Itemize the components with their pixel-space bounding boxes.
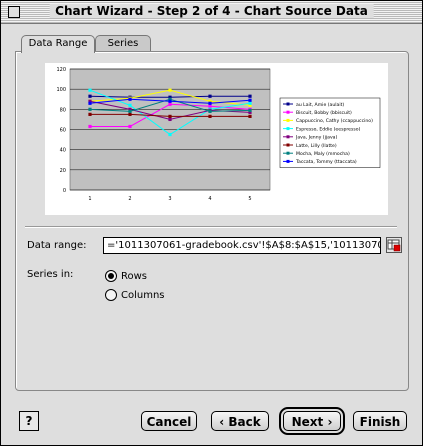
data-point [88,112,92,116]
y-tick-label: 80 [60,107,66,113]
collapse-dialog-button[interactable] [386,237,402,253]
data-point [248,98,252,102]
data-point [168,88,172,92]
legend-entry: au Lait, Amie (aulait) [296,102,344,108]
data-point [208,114,212,118]
data-point [88,94,92,98]
y-tick-label: 0 [63,188,66,194]
legend-entry: Taccata, Tommy (ttaccata) [295,159,357,165]
tab-data-range-label: Data Range [28,38,88,49]
tab-series[interactable]: Series [95,35,151,52]
data-point [168,99,172,103]
tab-data-range[interactable]: Data Range [21,35,95,53]
legend-marker [286,151,290,155]
data-point [248,108,252,112]
data-point [208,101,212,105]
data-point [88,101,92,105]
legend-marker [286,143,290,147]
radio-columns[interactable]: Columns [105,288,165,302]
data-range-input[interactable]: ='1011307061-gradebook.csv'!$A$8:$A$15,'… [103,237,381,254]
window-title: Chart Wizard - Step 2 of 4 - Chart Sourc… [49,4,374,18]
legend-marker [286,127,290,131]
x-tick-label: 1 [88,196,91,202]
y-tick-label: 40 [60,148,66,154]
data-range-label: Data range: [27,240,87,251]
legend-entry: Espresso, Eddie (eespresso) [296,126,361,132]
data-point [168,114,172,118]
legend-entry: Java, Jenny (jjava) [295,135,337,141]
tab-panel: 0 20 40 60 80 100 120 1 2 3 4 5 au Lait, Amie (aulai… [15,51,409,391]
y-tick-label: 60 [60,128,66,134]
legend-marker [286,102,290,106]
data-point [248,114,252,118]
data-point [128,103,132,107]
finish-button[interactable]: Finish [353,411,407,431]
range-selector-icon [387,239,401,252]
chart-wizard-dialog: Chart Wizard - Step 2 of 4 - Chart Sourc… [0,0,423,446]
radio-rows-button[interactable] [105,270,117,282]
chart-preview: 0 20 40 60 80 100 120 1 2 3 4 5 au Lait, Amie (aulai… [45,63,388,215]
y-tick-label: 120 [56,67,66,73]
data-point [208,94,212,98]
data-point [248,94,252,98]
data-point [168,102,172,106]
legend-entry: Biscuit, Bobby (bbiscuit) [296,110,352,116]
legend-entry: Cappuccino, Cathy (ccappuccino) [296,118,373,124]
radio-columns-label: Columns [121,289,165,301]
help-button[interactable]: ? [19,411,39,431]
x-tick-label: 4 [208,196,211,202]
data-point [168,117,172,122]
legend-marker [286,135,290,139]
data-point [208,104,212,108]
title-bar[interactable]: Chart Wizard - Step 2 of 4 - Chart Sourc… [1,1,422,24]
radio-rows-label: Rows [121,270,148,282]
data-point [88,107,92,111]
radio-columns-button[interactable] [105,289,117,301]
legend-marker [286,118,290,122]
legend-entry: Mocha, Maly (mmocha) [296,151,350,157]
back-button[interactable]: ‹ Back [211,411,269,431]
data-point [168,132,172,137]
tab-series-label: Series [107,38,139,49]
data-point [128,109,132,113]
legend-marker [286,159,290,163]
x-tick-label: 3 [168,196,171,202]
legend-marker [286,110,290,114]
y-tick-label: 100 [56,87,66,93]
data-point [128,97,132,101]
data-point [248,101,252,105]
data-point [208,109,212,113]
legend-box [279,97,381,168]
data-point [88,88,92,92]
x-tick-label: 2 [128,196,131,202]
data-point [128,112,132,116]
next-button[interactable]: Next › [279,407,345,435]
cancel-button[interactable]: Cancel [141,411,197,431]
data-point [128,124,132,129]
series-in-label: Series in: [27,269,74,280]
radio-rows[interactable]: Rows [105,269,147,283]
y-tick-label: 20 [60,168,66,174]
data-point [88,124,92,129]
x-tick-label: 5 [248,196,251,202]
close-box-icon[interactable] [8,6,20,18]
chart-svg: 0 20 40 60 80 100 120 1 2 3 4 5 au Lait, Amie (aulai… [56,67,381,202]
legend-entry: Latte, Lilly (llatte) [296,143,337,149]
separator [25,226,397,228]
